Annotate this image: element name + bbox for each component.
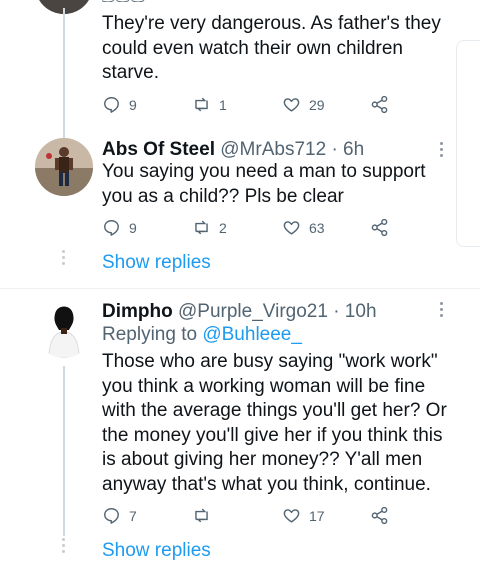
reply-count: 9 [129,96,137,113]
scrollbar[interactable] [456,40,480,247]
retweet-button[interactable]: 2 [192,218,227,237]
like-icon [283,509,300,523]
replying-to-label: Replying to [102,324,203,345]
more-icon[interactable] [440,302,444,320]
retweet-button[interactable] [192,506,219,525]
user-handle[interactable]: @MrAbs712 [220,139,326,160]
avatar[interactable] [35,138,93,196]
tweet-header: Abs Of Steel @MrAbs712 · 6h [102,139,364,161]
share-icon [371,218,388,237]
timestamp[interactable]: · 6h [331,139,364,160]
like-button[interactable]: 63 [282,218,325,237]
retweet-count: 1 [219,96,227,113]
tweet-actions: 9 1 29 [102,95,402,117]
reply-icon [104,508,119,524]
like-icon [283,221,300,235]
reply-button[interactable]: 9 [102,218,137,237]
display-name[interactable]: Abs Of Steel [102,139,215,160]
share-icon [371,506,388,525]
like-count: 17 [309,507,325,524]
share-button[interactable] [370,95,397,114]
timestamp[interactable]: · 10h [333,301,376,322]
share-icon [371,95,388,114]
retweet-icon [195,508,208,523]
show-replies-link[interactable]: Show replies [102,252,211,274]
tweet-text: You saying you need a man to support you… [102,161,426,207]
reply-count: 9 [129,219,137,236]
header-remnant: ‿ ‿ ‿ ─ [102,0,302,2]
show-replies-link[interactable]: Show replies [102,540,211,562]
share-button[interactable] [370,506,397,525]
like-icon [283,98,300,112]
reply-button[interactable]: 9 [102,95,137,114]
retweet-button[interactable]: 1 [192,95,227,114]
tweet-actions: 9 2 63 [102,218,402,240]
display-name[interactable]: Dimpho [102,301,173,322]
thread-line [63,366,65,536]
tweet-actions: 7 17 [102,506,402,528]
share-button[interactable] [370,218,397,237]
thread-line [63,8,65,138]
retweet-count: 2 [219,219,227,236]
thread-dots [62,250,65,268]
user-handle[interactable]: @Purple_Virgo21 [178,301,328,322]
like-button[interactable]: 29 [282,95,325,114]
more-icon[interactable] [440,142,444,160]
reply-icon [104,97,119,113]
replying-to-line: Replying to @Buhleee_ [102,324,302,346]
tweet-text: Those who are busy saying "work work" yo… [102,351,447,495]
retweet-icon [195,220,208,235]
avatar[interactable] [35,300,93,358]
tweet-text: They're very dangerous. As father's they… [102,13,441,83]
retweet-icon [195,97,208,112]
like-count: 63 [309,219,325,236]
like-button[interactable]: 17 [282,506,325,525]
reply-icon [104,220,119,236]
reply-button[interactable]: 7 [102,506,137,525]
tweet-header: Dimpho @Purple_Virgo21 · 10h [102,301,377,323]
thread-dots [62,538,65,556]
divider [0,288,480,289]
replying-to-handle[interactable]: @Buhleee_ [202,324,302,345]
reply-count: 7 [129,507,137,524]
like-count: 29 [309,96,325,113]
